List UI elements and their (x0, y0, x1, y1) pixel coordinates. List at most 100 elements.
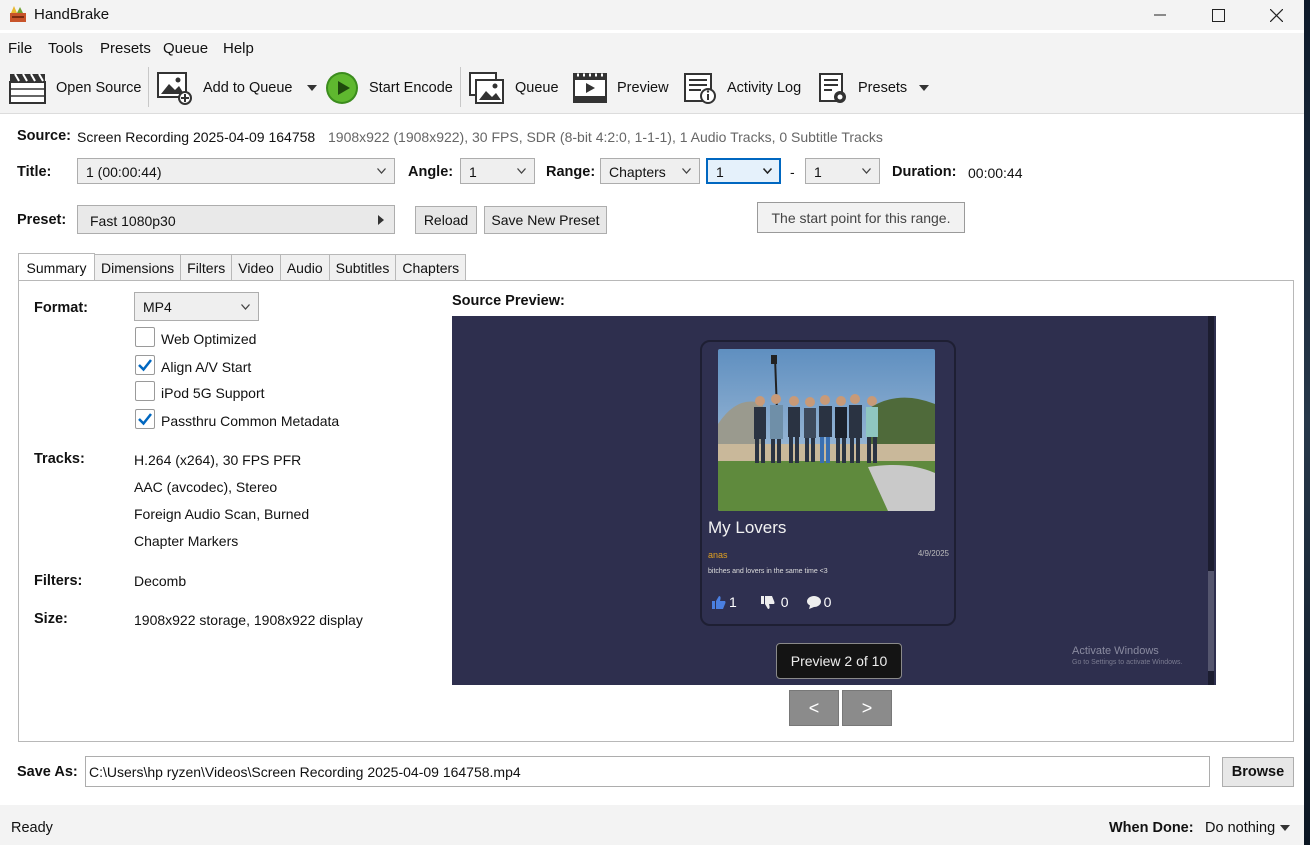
activate-windows-subtitle: Go to Settings to activate Windows. (1072, 659, 1183, 666)
clapperboard-icon (9, 73, 46, 104)
format-select[interactable]: MP4 (134, 292, 259, 321)
align-av-start-checkbox[interactable] (135, 355, 155, 375)
start-encode-button[interactable]: Start Encode (325, 68, 453, 108)
chevron-down-icon (763, 168, 772, 174)
dislike-count: 0 (780, 594, 789, 610)
toolbar-separator (148, 67, 149, 107)
tab-subtitles[interactable]: Subtitles (328, 254, 397, 280)
reload-button[interactable]: Reload (415, 206, 477, 234)
queue-label: Queue (515, 80, 559, 96)
passthru-metadata-checkbox[interactable] (135, 409, 155, 429)
menu-presets[interactable]: Presets (100, 40, 151, 57)
menu-help[interactable]: Help (223, 40, 254, 57)
angle-select[interactable]: 1 (460, 158, 535, 184)
browse-button[interactable]: Browse (1222, 757, 1294, 787)
open-source-button[interactable]: Open Source (9, 68, 141, 108)
angle-select-value: 1 (469, 164, 477, 180)
angle-label: Angle: (408, 164, 454, 180)
presets-button[interactable]: Presets (818, 68, 930, 108)
when-done-value: Do nothing (1205, 820, 1276, 836)
close-button[interactable] (1247, 0, 1305, 30)
stacked-images-icon (469, 72, 504, 104)
play-icon (326, 72, 358, 104)
save-new-preset-button[interactable]: Save New Preset (484, 206, 607, 234)
next-preview-button[interactable]: > (842, 690, 892, 726)
menu-queue[interactable]: Queue (163, 40, 208, 57)
duration-value: 00:00:44 (968, 165, 1023, 181)
track-audio: AAC (avcodec), Stereo (134, 479, 278, 495)
add-to-queue-button[interactable]: Add to Queue (156, 68, 317, 108)
tab-summary[interactable]: Summary (18, 253, 95, 281)
window-title: HandBrake (34, 6, 110, 23)
web-optimized-label: Web Optimized (161, 331, 257, 347)
preview-label: Preview (617, 80, 669, 96)
maximize-button[interactable] (1189, 0, 1247, 30)
minimize-icon (1154, 14, 1166, 16)
web-optimized-checkbox[interactable] (135, 327, 155, 347)
track-video: H.264 (x264), 30 FPS PFR (134, 452, 302, 468)
tab-audio[interactable]: Audio (279, 254, 330, 280)
log-info-icon (684, 73, 716, 104)
start-encode-label: Start Encode (369, 80, 453, 96)
duration-label: Duration: (892, 164, 957, 180)
chevron-down-icon[interactable] (919, 85, 930, 91)
save-as-path-input[interactable]: C:\Users\hp ryzen\Videos\Screen Recordin… (85, 756, 1210, 787)
when-done-select[interactable]: Do nothing (1205, 820, 1291, 836)
range-start-select[interactable]: 1 (706, 158, 781, 184)
range-start-value: 1 (716, 164, 724, 180)
chevron-right-icon (378, 215, 384, 225)
preset-selector[interactable]: Fast 1080p30 (77, 205, 395, 234)
activate-windows-title: Activate Windows (1072, 645, 1159, 657)
tracks-label: Tracks: (34, 451, 85, 467)
minimize-button[interactable] (1131, 0, 1189, 30)
like-count: 1 (729, 594, 737, 610)
tab-strip: Summary Dimensions Filters Video Audio S… (18, 253, 467, 281)
post-title: My Lovers (708, 518, 787, 537)
format-value: MP4 (143, 299, 172, 315)
filters-label: Filters: (34, 573, 83, 589)
add-image-icon (157, 72, 192, 105)
tab-chapters[interactable]: Chapters (395, 254, 467, 280)
size-value: 1908x922 storage, 1908x922 display (134, 612, 363, 628)
menu-file[interactable]: File (8, 40, 32, 57)
post-photo (718, 349, 935, 511)
tab-video[interactable]: Video (231, 254, 281, 280)
preset-label: Preset: (17, 212, 67, 228)
preview-position-badge: Preview 2 of 10 (776, 643, 902, 679)
toolbar-separator (460, 67, 461, 107)
preview-scroll-thumb (1208, 571, 1214, 671)
activity-log-button[interactable]: Activity Log (683, 68, 801, 108)
checkmark-icon (138, 413, 152, 426)
preview-button[interactable]: Preview (573, 68, 669, 108)
format-label: Format: (34, 300, 88, 316)
queue-button[interactable]: Queue (468, 68, 559, 108)
source-name: Screen Recording 2025-04-09 164758 (77, 129, 316, 145)
title-select[interactable]: 1 (00:00:44) (77, 158, 395, 184)
post-card: My Lovers anas 4/9/2025 bitches and love… (700, 340, 956, 626)
range-end-select[interactable]: 1 (805, 158, 880, 184)
chevron-down-icon (517, 168, 526, 174)
range-dash: - (790, 164, 795, 180)
maximize-icon (1211, 8, 1225, 22)
preset-gear-icon (819, 73, 846, 103)
tab-filters[interactable]: Filters (180, 254, 233, 280)
range-type-select[interactable]: Chapters (600, 158, 700, 184)
ipod-5g-support-checkbox[interactable] (135, 381, 155, 401)
size-label: Size: (34, 611, 68, 627)
chevron-down-icon[interactable] (306, 85, 317, 91)
presets-label: Presets (858, 80, 908, 96)
ipod-5g-support-label: iPod 5G Support (161, 385, 265, 401)
when-done-label: When Done: (1109, 820, 1194, 836)
tab-dimensions[interactable]: Dimensions (94, 254, 182, 280)
source-preview-frame: My Lovers anas 4/9/2025 bitches and love… (452, 316, 1216, 685)
preset-value: Fast 1080p30 (90, 213, 176, 229)
open-source-label: Open Source (56, 80, 142, 96)
post-date: 4/9/2025 (917, 549, 949, 558)
menu-tools[interactable]: Tools (48, 40, 83, 57)
menu-bar: File Tools Presets Queue Help (0, 33, 1304, 63)
chevron-down-icon (862, 168, 871, 174)
range-start-tooltip: The start point for this range. (757, 202, 965, 233)
chevron-down-icon (682, 168, 691, 174)
previous-preview-button[interactable]: < (789, 690, 839, 726)
film-play-icon (573, 73, 607, 103)
